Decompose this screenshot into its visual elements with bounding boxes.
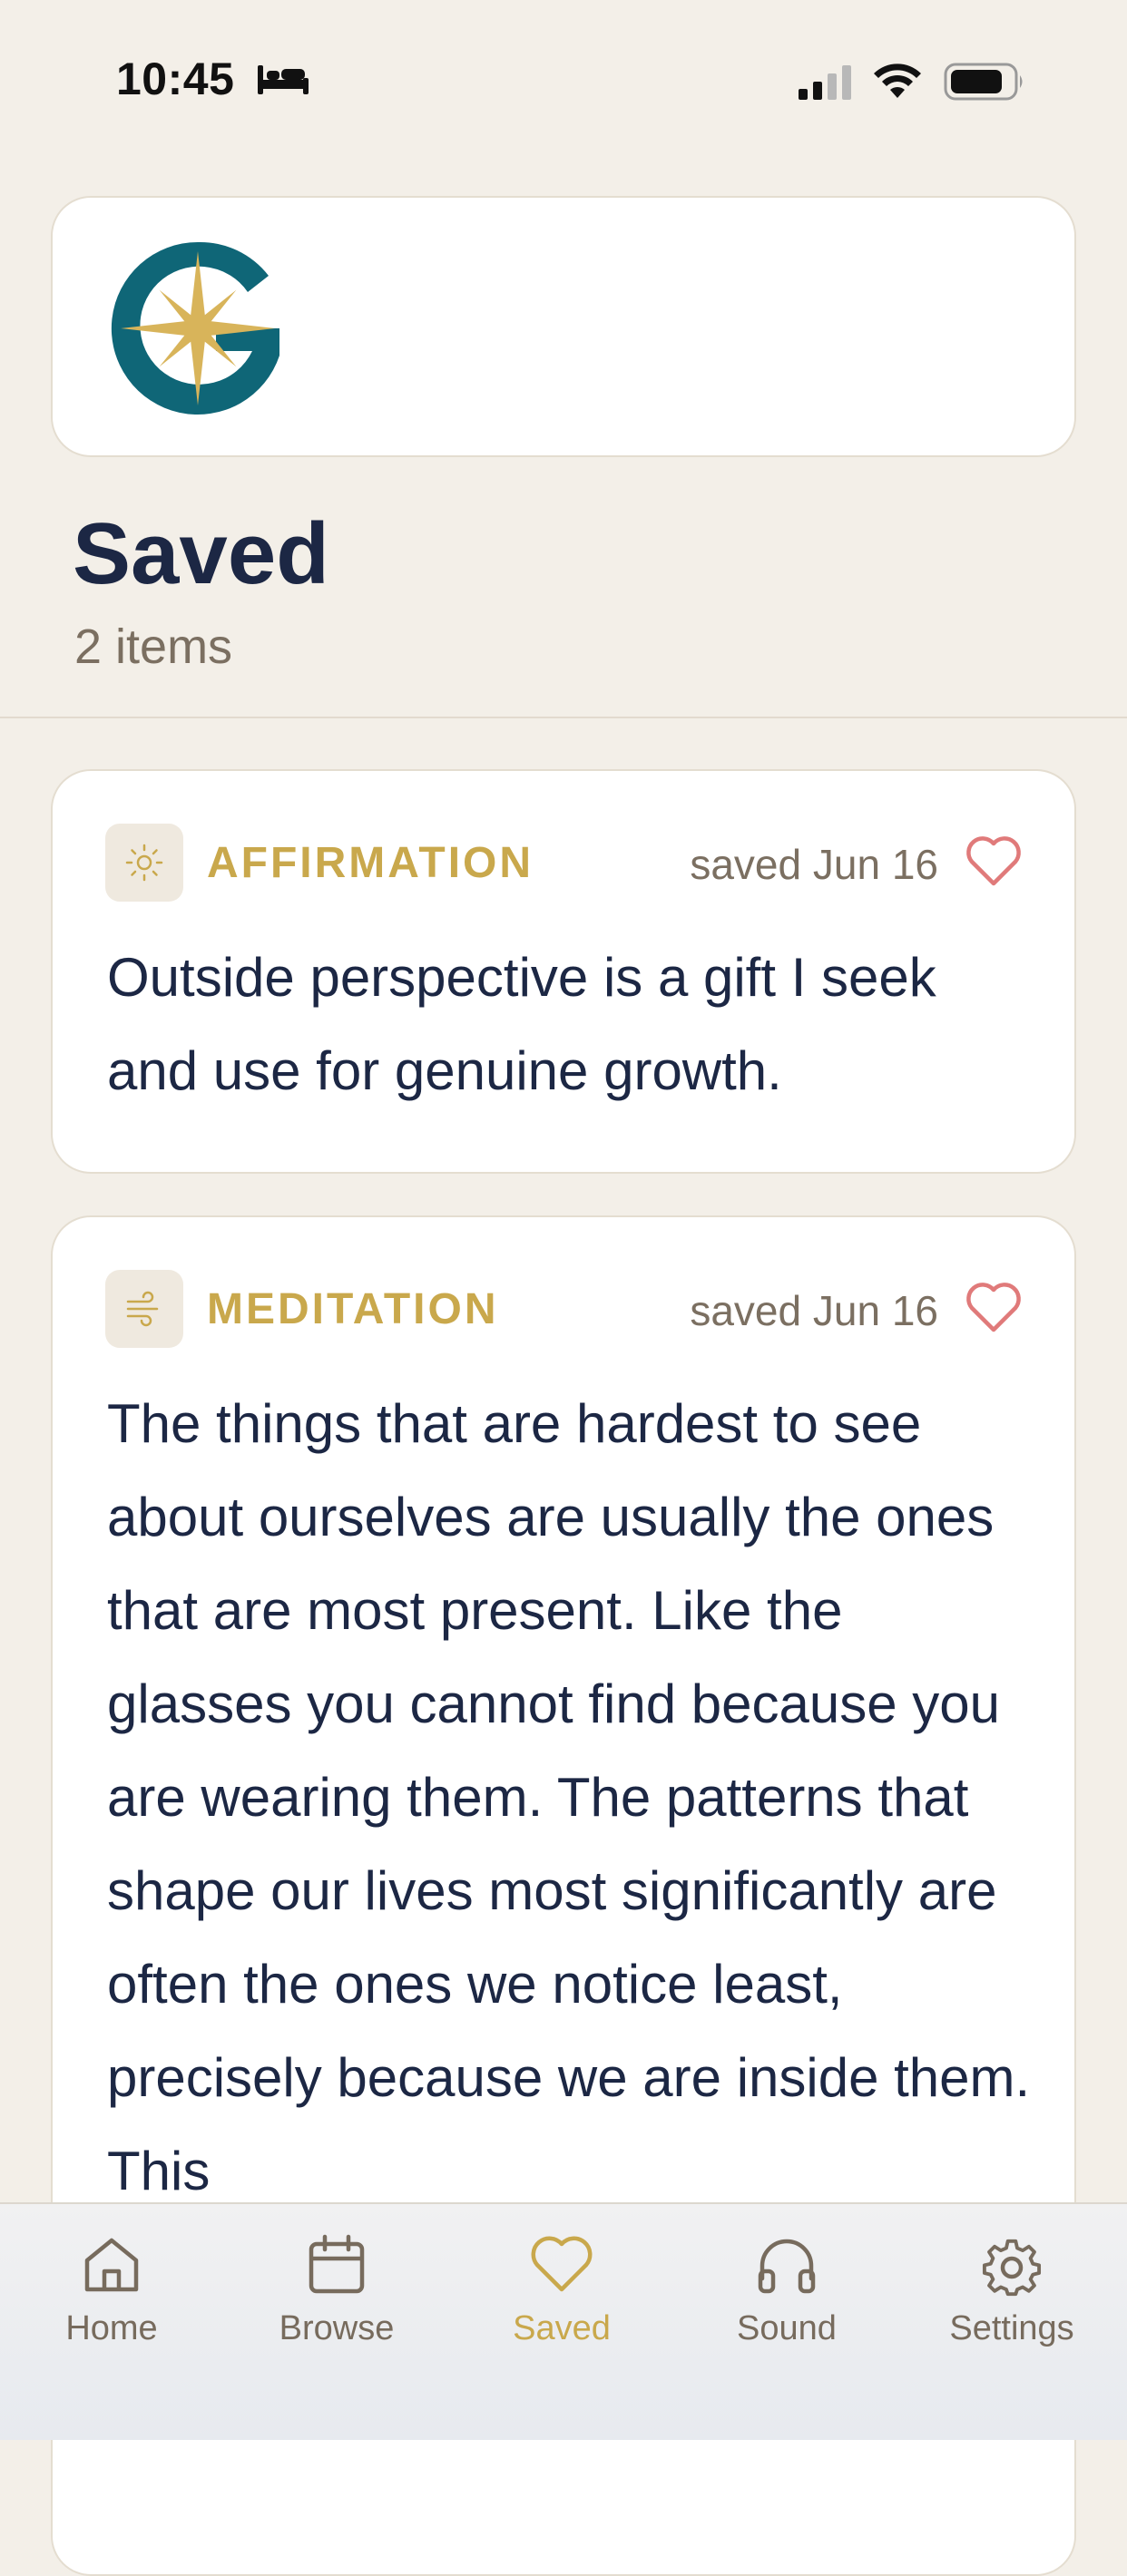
tab-settings[interactable]: Settings bbox=[903, 2231, 1121, 2349]
tab-browse[interactable]: Browse bbox=[228, 2231, 446, 2349]
tab-label: Home bbox=[65, 2309, 158, 2347]
sun-icon bbox=[125, 844, 163, 882]
status-bar: 10:45 bbox=[0, 0, 1127, 136]
status-time: 10:45 bbox=[116, 54, 235, 104]
signal-icon bbox=[799, 65, 851, 100]
app-logo bbox=[111, 241, 279, 415]
wifi-icon bbox=[874, 63, 921, 98]
item-count: 2 items bbox=[74, 620, 233, 674]
category-chip bbox=[105, 1270, 183, 1348]
heart-icon bbox=[531, 2236, 593, 2292]
saved-card-affirmation[interactable]: AFFIRMATION saved Jun 16 Outside perspec… bbox=[51, 769, 1076, 1174]
headphones-icon bbox=[758, 2239, 816, 2294]
card-text: The things that are hardest to see about… bbox=[107, 1393, 1031, 2201]
battery-icon bbox=[944, 63, 1023, 101]
tab-home[interactable]: Home bbox=[3, 2231, 220, 2349]
tab-label: Browse bbox=[279, 2309, 395, 2347]
bed-icon bbox=[258, 65, 309, 94]
wind-icon bbox=[126, 1291, 159, 1327]
logo-card bbox=[51, 196, 1076, 457]
tab-sound[interactable]: Sound bbox=[678, 2231, 896, 2349]
page-title: Saved bbox=[73, 505, 329, 602]
card-text: Outside perspective is a gift I seek and… bbox=[107, 947, 936, 1101]
saved-date: saved Jun 16 bbox=[690, 841, 938, 888]
category-label: AFFIRMATION bbox=[207, 839, 534, 887]
home-icon bbox=[84, 2238, 139, 2292]
tab-bar: Home Browse Saved Sound Settings bbox=[0, 2202, 1127, 2440]
heart-icon[interactable] bbox=[965, 1281, 1022, 1333]
tab-label: Settings bbox=[949, 2309, 1074, 2347]
calendar-icon bbox=[309, 2234, 365, 2294]
saved-date: saved Jun 16 bbox=[690, 1287, 938, 1334]
tab-label: Saved bbox=[513, 2309, 611, 2347]
heart-icon[interactable] bbox=[965, 834, 1022, 887]
tab-saved[interactable]: Saved bbox=[453, 2231, 671, 2349]
gear-icon bbox=[982, 2239, 1042, 2297]
category-label: MEDITATION bbox=[207, 1285, 499, 1333]
header-divider bbox=[0, 717, 1127, 718]
tab-label: Sound bbox=[737, 2309, 837, 2347]
category-chip bbox=[105, 824, 183, 902]
